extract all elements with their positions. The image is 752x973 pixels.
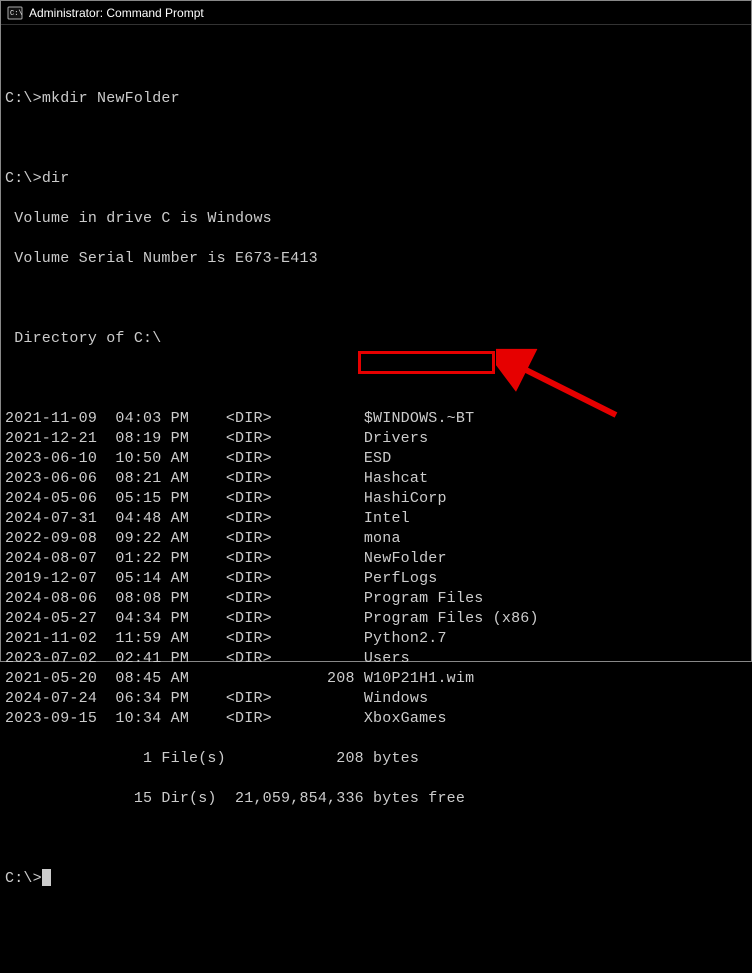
- dir-entry: 2022-09-08 09:22 AM <DIR> mona: [5, 529, 747, 549]
- blank-line: [5, 129, 747, 149]
- dir-entry: 2024-05-06 05:15 PM <DIR> HashiCorp: [5, 489, 747, 509]
- command-line: C:\>dir: [5, 169, 747, 189]
- cmd-icon: C:\: [7, 5, 23, 21]
- dir-entry: 2023-06-06 08:21 AM <DIR> Hashcat: [5, 469, 747, 489]
- dir-entry: 2019-12-07 05:14 AM <DIR> PerfLogs: [5, 569, 747, 589]
- dir-entry: 2021-12-21 08:19 PM <DIR> Drivers: [5, 429, 747, 449]
- blank-line: [5, 49, 747, 69]
- dir-entry: 2021-11-02 11:59 AM <DIR> Python2.7: [5, 629, 747, 649]
- window-title: Administrator: Command Prompt: [29, 6, 204, 20]
- svg-text:C:\: C:\: [10, 10, 23, 18]
- dir-entry: 2024-07-24 06:34 PM <DIR> Windows: [5, 689, 747, 709]
- blank-line: [5, 829, 747, 849]
- directory-of-line: Directory of C:\: [5, 329, 747, 349]
- terminal-output[interactable]: C:\>mkdir NewFolder C:\>dir Volume in dr…: [1, 25, 751, 973]
- blank-line: [5, 289, 747, 309]
- dir-entry: 2024-05-27 04:34 PM <DIR> Program Files …: [5, 609, 747, 629]
- volume-line: Volume in drive C is Windows: [5, 209, 747, 229]
- dir-entry: 2024-08-07 01:22 PM <DIR> NewFolder: [5, 549, 747, 569]
- cursor-block: [42, 869, 51, 886]
- command-line: C:\>mkdir NewFolder: [5, 89, 747, 109]
- dir-entry: 2023-07-02 02:41 PM <DIR> Users: [5, 649, 747, 669]
- prompt-line[interactable]: C:\>: [5, 869, 747, 889]
- dir-entry: 2023-06-10 10:50 AM <DIR> ESD: [5, 449, 747, 469]
- dir-entry: 2021-11-09 04:03 PM <DIR> $WINDOWS.~BT: [5, 409, 747, 429]
- title-bar[interactable]: C:\ Administrator: Command Prompt: [1, 1, 751, 25]
- dir-entry: 2024-07-31 04:48 AM <DIR> Intel: [5, 509, 747, 529]
- summary-dirs: 15 Dir(s) 21,059,854,336 bytes free: [5, 789, 747, 809]
- summary-files: 1 File(s) 208 bytes: [5, 749, 747, 769]
- dir-entry: 2023-09-15 10:34 AM <DIR> XboxGames: [5, 709, 747, 729]
- blank-line: [5, 369, 747, 389]
- serial-line: Volume Serial Number is E673-E413: [5, 249, 747, 269]
- dir-entry: 2021-05-20 08:45 AM 208 W10P21H1.wim: [5, 669, 747, 689]
- dir-entry: 2024-08-06 08:08 PM <DIR> Program Files: [5, 589, 747, 609]
